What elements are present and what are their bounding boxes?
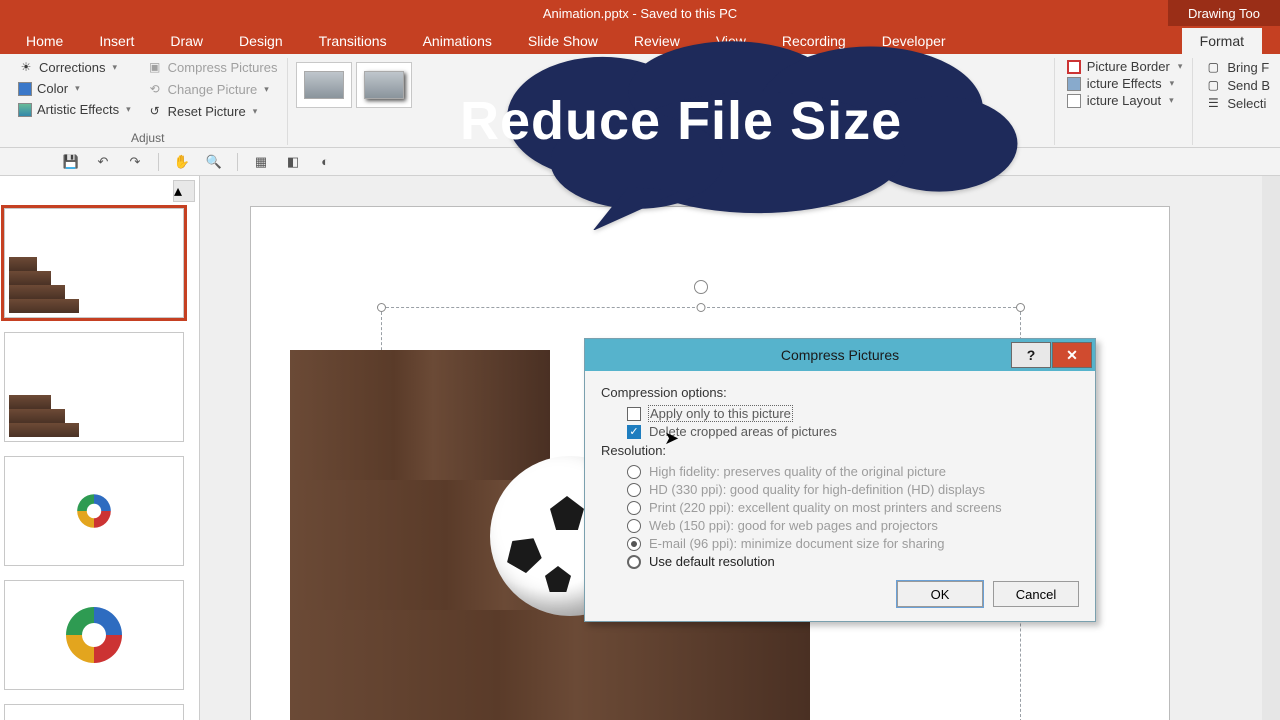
dialog-help-button[interactable]: ? (1011, 342, 1051, 368)
effects-icon (1067, 77, 1081, 91)
cancel-button[interactable]: Cancel (993, 581, 1079, 607)
reset-icon: ↺ (147, 103, 163, 119)
radio-web: Web (150 ppi): good for web pages and pr… (627, 518, 1079, 533)
brightness-icon: ☀ (18, 59, 34, 75)
radio-print: Print (220 ppi): excellent quality on mo… (627, 500, 1079, 515)
radio-icon (627, 501, 641, 515)
style-thumb[interactable] (356, 62, 412, 108)
chevron-down-icon: ▾ (126, 104, 131, 115)
send-backward-button[interactable]: ▢Send B (1203, 76, 1272, 94)
send-backward-icon: ▢ (1205, 77, 1221, 93)
checkbox-icon[interactable] (627, 425, 641, 439)
radio-default[interactable]: Use default resolution (627, 554, 1079, 569)
artistic-icon (18, 103, 32, 117)
resize-handle[interactable] (1016, 303, 1025, 312)
selection-icon: ☰ (1205, 95, 1221, 111)
color-button[interactable]: Color▾ (16, 80, 133, 97)
group-label-adjust: Adjust (16, 131, 279, 145)
layout-icon (1067, 94, 1081, 108)
dialog-title: Compress Pictures (781, 347, 899, 363)
apply-only-checkbox-row[interactable]: Apply only to this picture (627, 406, 1079, 421)
slide-thumbnail-panel[interactable]: ▴ (0, 176, 200, 720)
vertical-scrollbar[interactable] (1262, 176, 1280, 720)
cursor-icon: ➤ (664, 428, 679, 449)
tab-transitions[interactable]: Transitions (301, 28, 405, 54)
dialog-close-button[interactable]: ✕ (1052, 342, 1092, 368)
redo-button[interactable]: ↷ (124, 151, 146, 173)
radio-icon (627, 465, 641, 479)
save-button[interactable]: 💾 (60, 151, 82, 173)
zoom-icon[interactable]: 🔍 (203, 151, 225, 173)
tab-format[interactable]: Format (1182, 28, 1262, 54)
ribbon-group-arrange: ▢Bring F ▢Send B ☰Selecti (1193, 58, 1280, 145)
align-button[interactable]: ▦ (250, 151, 272, 173)
scroll-up-button[interactable]: ▴ (173, 180, 195, 202)
compression-options-header: Compression options: (601, 385, 1079, 400)
chevron-down-icon: ▾ (75, 83, 80, 94)
slide-thumbnail[interactable] (4, 580, 184, 690)
tab-design[interactable]: Design (221, 28, 301, 54)
slide-thumbnail[interactable] (4, 208, 184, 318)
change-picture-button[interactable]: ⟲Change Picture▾ (145, 80, 280, 98)
picture-effects-button[interactable]: icture Effects▾ (1065, 75, 1185, 92)
checkbox-icon[interactable] (627, 407, 641, 421)
undo-button[interactable]: ↶ (92, 151, 114, 173)
title-bar: Animation.pptx - Saved to this PC Drawin… (0, 0, 1280, 26)
touch-mode-button[interactable]: ✋ (171, 151, 193, 173)
radio-icon[interactable] (627, 555, 641, 569)
border-icon (1067, 60, 1081, 74)
compress-pictures-dialog: Compress Pictures ? ✕ Compression option… (584, 338, 1096, 622)
chevron-down-icon: ▾ (112, 62, 117, 73)
change-picture-icon: ⟲ (147, 81, 163, 97)
radio-hd: HD (330 ppi): good quality for high-defi… (627, 482, 1079, 497)
radio-icon[interactable] (627, 537, 641, 551)
apply-only-label: Apply only to this picture (649, 406, 792, 421)
chevron-down-icon: ▾ (264, 84, 269, 95)
radio-email[interactable]: E-mail (96 ppi): minimize document size … (627, 536, 1079, 551)
slide-thumbnail[interactable] (4, 704, 184, 720)
ribbon-group-picture-options: Picture Border▾ icture Effects▾ icture L… (1055, 58, 1194, 145)
picture-border-button[interactable]: Picture Border▾ (1065, 58, 1185, 75)
contrast-button[interactable]: ◐ (314, 151, 336, 173)
radio-icon (627, 483, 641, 497)
compress-pictures-button[interactable]: ▣Compress Pictures (145, 58, 280, 76)
ribbon-group-adjust: ☀Corrections▾ Color▾ Artistic Effects▾ ▣… (8, 58, 288, 145)
style-thumb[interactable] (296, 62, 352, 108)
callout-text: Reduce File Size (460, 90, 1020, 152)
color-icon (18, 82, 32, 96)
radio-icon (627, 519, 641, 533)
bring-forward-button[interactable]: ▢Bring F (1203, 58, 1272, 76)
chevron-down-icon: ▾ (253, 106, 258, 117)
contextual-tools-label: Drawing Too (1168, 0, 1280, 26)
reset-picture-button[interactable]: ↺Reset Picture▾ (145, 102, 280, 120)
delete-cropped-checkbox-row[interactable]: Delete cropped areas of pictures (627, 424, 1079, 439)
slide-thumbnail[interactable] (4, 332, 184, 442)
shapes-button[interactable]: ◧ (282, 151, 304, 173)
artistic-effects-button[interactable]: Artistic Effects▾ (16, 101, 133, 118)
ok-button[interactable]: OK (897, 581, 983, 607)
document-title: Animation.pptx - Saved to this PC (543, 6, 737, 21)
dialog-body: Compression options: Apply only to this … (585, 371, 1095, 621)
slide-thumbnail[interactable] (4, 456, 184, 566)
bring-forward-icon: ▢ (1205, 59, 1221, 75)
chevron-down-icon: ▾ (1178, 61, 1183, 72)
tab-home[interactable]: Home (8, 28, 81, 54)
chevron-down-icon: ▾ (1170, 78, 1175, 89)
picture-layout-button[interactable]: icture Layout▾ (1065, 92, 1185, 109)
compress-icon: ▣ (147, 59, 163, 75)
chevron-down-icon: ▾ (1169, 95, 1174, 106)
corrections-button[interactable]: ☀Corrections▾ (16, 58, 133, 76)
tab-insert[interactable]: Insert (81, 28, 152, 54)
selection-pane-button[interactable]: ☰Selecti (1203, 94, 1272, 112)
dialog-title-bar[interactable]: Compress Pictures ? ✕ (585, 339, 1095, 371)
tab-draw[interactable]: Draw (152, 28, 221, 54)
radio-high-fidelity: High fidelity: preserves quality of the … (627, 464, 1079, 479)
